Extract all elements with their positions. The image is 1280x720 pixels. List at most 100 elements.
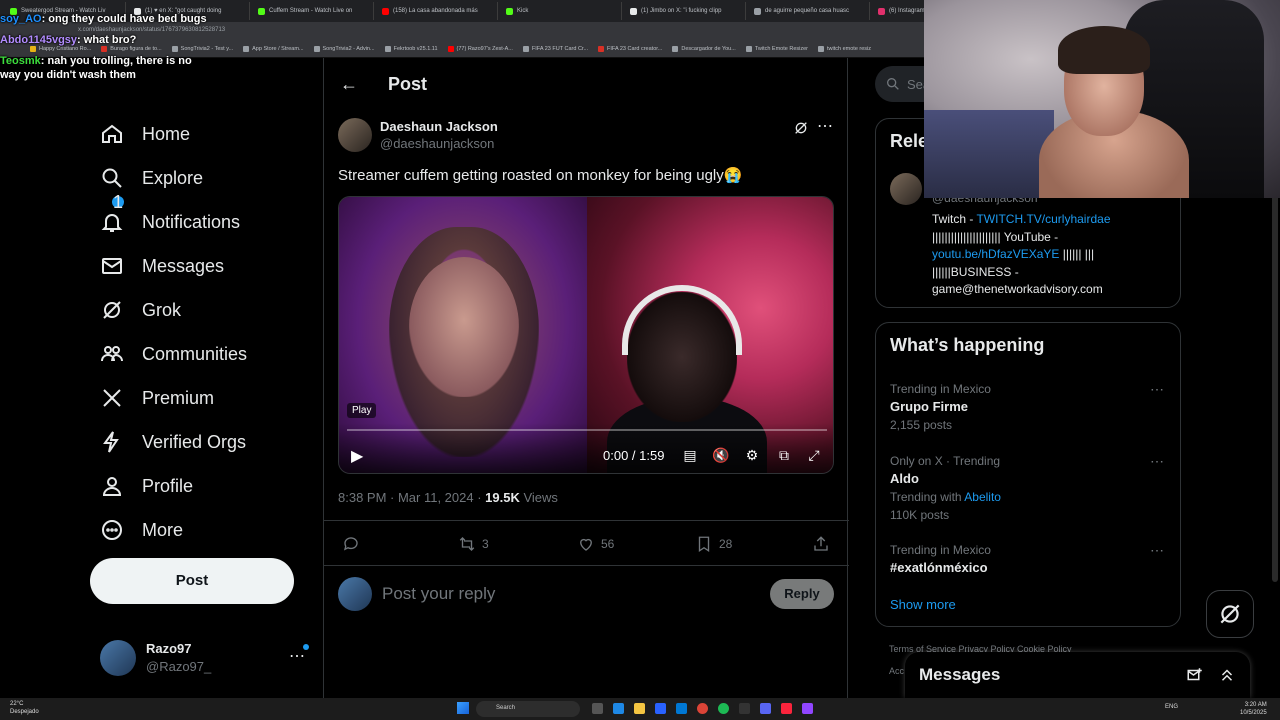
weather-temp: 22°C <box>10 701 24 707</box>
mail-app-icon[interactable] <box>676 703 687 714</box>
nav-item-verified-orgs[interactable]: Verified Orgs <box>90 420 310 464</box>
relevant-avatar[interactable] <box>890 173 922 205</box>
discord-icon[interactable] <box>760 703 771 714</box>
fullscreen-icon[interactable]: ⤢ <box>805 446 823 464</box>
bookmark-item[interactable]: (77) Razo97's Zest-A... <box>447 45 513 52</box>
app-icon[interactable] <box>739 703 750 714</box>
nav-item-premium[interactable]: Premium <box>90 376 310 420</box>
more-dots-icon[interactable]: ⋯ <box>289 646 305 666</box>
search-icon <box>887 78 899 90</box>
bookmark-item[interactable]: Fekrtoob v25.1.11 <box>384 45 438 52</box>
post-header: ← Post <box>324 58 847 110</box>
reply-button[interactable]: Reply <box>770 579 834 609</box>
repost-count: 3 <box>482 537 489 551</box>
heart-icon <box>580 538 592 551</box>
bookmark-item[interactable]: App Store / Stream... <box>243 45 304 52</box>
bio-twitch-link[interactable]: TWITCH.TV/curlyhairdae <box>976 212 1110 226</box>
bookmark-item[interactable]: FIFA 23 Card creator... <box>598 45 662 52</box>
author-name[interactable]: Daeshaun Jackson <box>380 118 498 135</box>
trend-item[interactable]: Only on X · Trending Aldo Trending with Ab… <box>890 453 1170 524</box>
share-action[interactable] <box>812 535 836 553</box>
messages-drawer[interactable]: Messages <box>905 652 1250 698</box>
bookmark-item[interactable]: twitch emote resiz <box>818 45 871 52</box>
browser-tab[interactable]: Kick <box>500 2 622 20</box>
repost-action[interactable]: 3 <box>458 535 489 553</box>
whats-happening: What’s happening Show more Trending in M… <box>875 322 1181 627</box>
notification-dot <box>303 644 309 650</box>
store-icon[interactable] <box>655 703 666 714</box>
reply-input[interactable]: Post your reply <box>382 584 770 604</box>
nav-item-communities[interactable]: Communities <box>90 332 310 376</box>
clock[interactable]: 3:20 AM 10/5/2025 <box>1240 701 1267 717</box>
trend-item[interactable]: Trending in Mexico #exatlónméxico ⋯ <box>890 542 1170 577</box>
weather-widget[interactable]: 22°C Despejado <box>10 700 39 716</box>
bio-youtube-link[interactable]: youtu.be/hDfazVEXaYE <box>932 247 1059 261</box>
footer-links-2[interactable]: Acc <box>889 666 904 676</box>
system-tray[interactable]: ENG <box>1165 704 1178 710</box>
taskbar-search[interactable]: Search <box>476 701 580 717</box>
post-button[interactable]: Post <box>90 558 294 604</box>
author-handle[interactable]: @daeshaunjackson <box>380 135 498 152</box>
browser-tab[interactable]: de aguirre pequeño casa huasc <box>748 2 870 20</box>
more-options-icon[interactable]: ⋯ <box>817 116 833 136</box>
more-dots-icon[interactable]: ⋯ <box>1150 381 1164 398</box>
grok-fab-button[interactable] <box>1206 590 1254 638</box>
account-name: Razo97 <box>146 641 192 656</box>
video-progress-bar[interactable] <box>347 429 827 431</box>
twitch-app-icon[interactable] <box>802 703 813 714</box>
grok-icon[interactable] <box>793 120 809 141</box>
author-avatar[interactable] <box>338 118 372 152</box>
messages-drawer-title: Messages <box>919 665 1001 684</box>
trend-title: #exatlónméxico <box>890 560 988 575</box>
more-dots-icon[interactable]: ⋯ <box>1150 542 1164 559</box>
captions-icon[interactable]: ▤ <box>681 446 699 464</box>
tab-favicon-icon <box>506 7 513 15</box>
browser-tab[interactable]: Cuffem Stream - Watch Live on <box>252 2 374 20</box>
post-author[interactable]: Daeshaun Jackson @daeshaunjackson <box>338 118 498 152</box>
play-icon[interactable]: ▶ <box>351 446 363 466</box>
back-arrow-icon[interactable]: ← <box>340 74 358 95</box>
nav-item-grok[interactable]: Grok <box>90 288 310 332</box>
bio-text-1: Twitch - <box>932 212 977 226</box>
video-player[interactable]: Play ▶ 0:00 / 1:59 ▤ 🔇 ⚙ ⧉ ⤢ <box>338 196 834 474</box>
music-icon[interactable] <box>781 703 792 714</box>
trend-title: Aldo <box>890 471 919 486</box>
chrome-icon[interactable] <box>697 703 708 714</box>
trend-item[interactable]: Trending in Mexico Grupo Firme 2,155 posts… <box>890 381 1170 434</box>
settings-icon[interactable]: ⚙ <box>743 446 761 464</box>
nav-item-explore[interactable]: Explore <box>90 156 310 200</box>
bookmark-item[interactable]: Twitch Emote Resizer <box>745 45 808 52</box>
mute-icon[interactable]: 🔇 <box>712 446 730 464</box>
nav-item-home[interactable]: Home <box>90 112 310 156</box>
nav-item-more[interactable]: More <box>90 508 310 552</box>
bookmark-item[interactable]: Descargador de You... <box>672 45 736 52</box>
more-dots-icon[interactable]: ⋯ <box>1150 453 1164 470</box>
task-view-icon[interactable] <box>592 703 603 714</box>
post-timestamp[interactable]: 8:38 PM · Mar 11, 2024 · <box>338 490 485 505</box>
post-text: Streamer cuffem getting roasted on monke… <box>338 167 743 184</box>
file-explorer-icon[interactable] <box>634 703 645 714</box>
nav-item-messages[interactable]: Messages <box>90 244 310 288</box>
bookmark-item[interactable]: SongTrivia2 - Advin... <box>313 45 375 52</box>
bookmark-item[interactable]: FIFA 23 FUT Card Cr... <box>522 45 588 52</box>
nav-item-notifications[interactable]: 1 Notifications <box>90 193 310 244</box>
browser-tab[interactable]: (1) Jimbo on X: "i fucking clipp <box>624 2 746 20</box>
reply-action[interactable] <box>342 535 366 553</box>
pip-icon[interactable]: ⧉ <box>775 446 793 464</box>
nav-item-profile[interactable]: Profile <box>90 464 310 508</box>
expand-icon[interactable] <box>1218 666 1236 684</box>
account-switcher[interactable]: Razo97 @Razo97_ ⋯ <box>100 638 315 678</box>
nav-label: Messages <box>142 255 225 276</box>
post-actions: 3 56 28 <box>324 520 849 566</box>
mail-icon <box>102 258 122 274</box>
trend-with-link[interactable]: Abelito <box>964 490 1001 504</box>
browser-tab[interactable]: (158) La casa abandonada más <box>376 2 498 20</box>
show-more-link[interactable]: Show more <box>890 597 956 612</box>
windows-start-icon[interactable] <box>457 702 469 714</box>
like-action[interactable]: 56 <box>577 535 614 553</box>
spotify-icon[interactable] <box>718 703 729 714</box>
new-message-icon[interactable] <box>1186 666 1204 684</box>
bookmark-action[interactable]: 28 <box>695 535 732 553</box>
trend-context: Trending in Mexico <box>890 543 991 557</box>
edge-icon[interactable] <box>613 703 624 714</box>
